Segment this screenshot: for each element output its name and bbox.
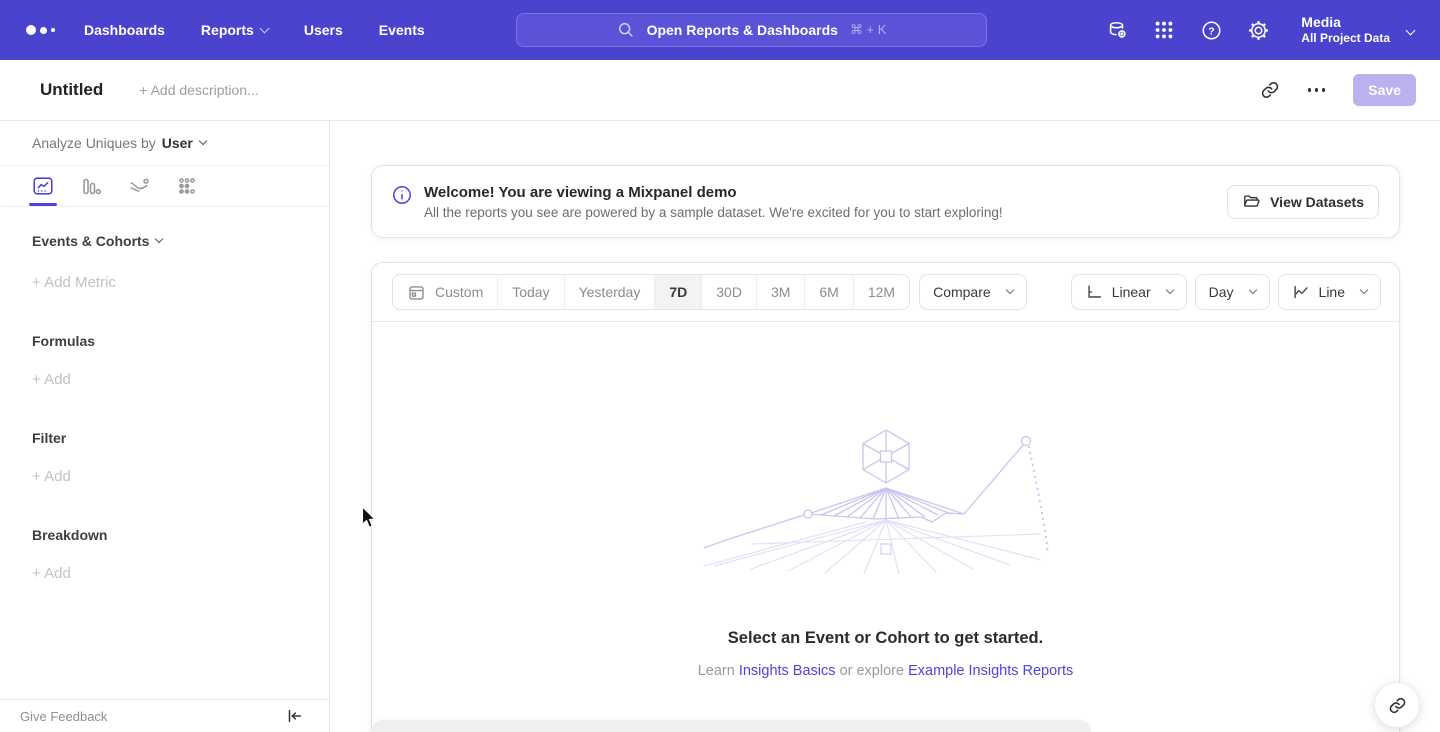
- link-icon: [1260, 80, 1280, 100]
- date-range-today[interactable]: Today: [497, 275, 563, 309]
- add-breakdown-button[interactable]: + Add: [32, 565, 297, 582]
- search-shortcut: ⌘ + K: [850, 22, 887, 38]
- settings-button[interactable]: [1246, 18, 1270, 42]
- chevron-down-icon: [1360, 286, 1368, 294]
- metric-tab-icon: [175, 174, 199, 198]
- report-header: Untitled + Add description... Save: [0, 60, 1440, 121]
- analyze-value: User: [162, 135, 193, 151]
- project-selector[interactable]: Media All Project Data: [1301, 14, 1414, 47]
- save-button[interactable]: Save: [1353, 74, 1416, 106]
- chevron-down-icon: [1165, 286, 1173, 294]
- analyze-uniques-selector[interactable]: Analyze Uniques by User: [0, 121, 329, 166]
- example-insights-reports-link[interactable]: Example Insights Reports: [908, 663, 1073, 679]
- chevron-down-icon: [155, 235, 163, 243]
- tab-flow-chart[interactable]: [126, 166, 152, 206]
- more-options-button[interactable]: [1304, 84, 1330, 96]
- section-formulas: Formulas: [32, 333, 297, 349]
- insights-chart-card: Custom Today Yesterday 7D 30D 3M 6M 12M …: [371, 262, 1400, 732]
- chart-type-dropdown[interactable]: Line: [1278, 274, 1381, 310]
- global-search-input[interactable]: Open Reports & Dashboards ⌘ + K: [516, 13, 987, 47]
- bar-chart-tab-icon: [79, 174, 103, 198]
- project-name: Media: [1301, 14, 1390, 32]
- date-range-7d-selected[interactable]: 7D: [654, 275, 701, 309]
- section-breakdown: Breakdown: [32, 527, 297, 543]
- flow-tab-icon: [127, 174, 151, 198]
- tab-metric[interactable]: [174, 166, 200, 206]
- link-icon: [1388, 696, 1407, 715]
- add-metric-button[interactable]: + Add Metric: [32, 274, 297, 291]
- chevron-down-icon: [1005, 286, 1013, 294]
- date-range-3m[interactable]: 3M: [756, 275, 804, 309]
- tab-bar-chart[interactable]: [78, 166, 104, 206]
- empty-state-heading: Select an Event or Cohort to get started…: [372, 629, 1399, 648]
- add-description-field[interactable]: + Add description...: [139, 82, 258, 98]
- tab-line-chart[interactable]: [30, 166, 56, 206]
- date-range-6m[interactable]: 6M: [804, 275, 852, 309]
- share-link-floating-button[interactable]: [1374, 682, 1420, 728]
- help-icon: ?: [1200, 19, 1223, 42]
- banner-subtitle: All the reports you see are powered by a…: [424, 205, 1003, 220]
- insights-basics-link[interactable]: Insights Basics: [739, 663, 836, 679]
- empty-state-links: Learn Insights Basics or explore Example…: [372, 663, 1399, 679]
- date-range-12m[interactable]: 12M: [853, 275, 909, 309]
- svg-text:?: ?: [1208, 25, 1214, 37]
- interval-dropdown[interactable]: Day: [1195, 274, 1270, 310]
- banner-title: Welcome! You are viewing a Mixpanel demo: [424, 184, 1003, 201]
- chevron-down-icon: [259, 23, 269, 33]
- date-range-30d[interactable]: 30D: [701, 275, 756, 309]
- next-section-card-edge[interactable]: [371, 720, 1091, 732]
- nav-dashboards[interactable]: Dashboards: [84, 22, 165, 38]
- date-range-picker: Custom Today Yesterday 7D 30D 3M 6M 12M: [392, 274, 910, 310]
- apps-grid-icon: [1153, 19, 1175, 41]
- chevron-down-icon: [1406, 25, 1416, 35]
- chevron-down-icon: [199, 137, 207, 145]
- report-canvas: Welcome! You are viewing a Mixpanel demo…: [331, 121, 1440, 732]
- search-placeholder: Open Reports & Dashboards: [647, 22, 838, 38]
- collapse-sidebar-button[interactable]: [285, 707, 303, 725]
- primary-nav: Dashboards Reports Users Events: [84, 22, 425, 38]
- give-feedback-link[interactable]: Give Feedback: [20, 709, 107, 724]
- mixpanel-logo[interactable]: [26, 25, 66, 35]
- copy-link-button[interactable]: [1260, 80, 1280, 100]
- date-range-yesterday[interactable]: Yesterday: [564, 275, 655, 309]
- add-filter-button[interactable]: + Add: [32, 468, 297, 485]
- welcome-banner: Welcome! You are viewing a Mixpanel demo…: [371, 165, 1400, 238]
- scale-dropdown[interactable]: Linear: [1071, 274, 1187, 310]
- apps-grid-button[interactable]: [1152, 18, 1176, 42]
- collapse-sidebar-icon: [285, 707, 303, 725]
- linear-scale-icon: [1085, 283, 1103, 301]
- chart-controls-row: Custom Today Yesterday 7D 30D 3M 6M 12M …: [372, 263, 1399, 322]
- nav-users[interactable]: Users: [304, 22, 343, 38]
- info-icon: [392, 185, 412, 205]
- section-filter: Filter: [32, 430, 297, 446]
- section-events-cohorts[interactable]: Events & Cohorts: [32, 233, 297, 249]
- empty-state: Select an Event or Cohort to get started…: [372, 322, 1399, 679]
- view-datasets-button[interactable]: View Datasets: [1227, 185, 1379, 219]
- search-icon: [617, 21, 635, 39]
- top-navigation-bar: Dashboards Reports Users Events Open Rep…: [0, 0, 1440, 60]
- nav-right-cluster: ? Media All Project Data: [1105, 14, 1414, 47]
- nav-events[interactable]: Events: [379, 22, 425, 38]
- chart-type-tabs: [0, 166, 329, 207]
- empty-state-illustration: [696, 426, 1076, 578]
- report-title[interactable]: Untitled: [40, 80, 103, 100]
- add-formula-button[interactable]: + Add: [32, 371, 297, 388]
- line-type-icon: [1292, 283, 1310, 301]
- chevron-down-icon: [1248, 286, 1256, 294]
- help-button[interactable]: ?: [1199, 18, 1223, 42]
- line-chart-tab-icon: [31, 174, 55, 198]
- calendar-icon: [407, 283, 426, 302]
- data-management-button[interactable]: [1105, 18, 1129, 42]
- nav-reports[interactable]: Reports: [201, 22, 268, 38]
- gear-icon: [1247, 19, 1270, 42]
- compare-dropdown[interactable]: Compare: [919, 274, 1027, 310]
- database-icon: [1106, 19, 1129, 42]
- folder-icon: [1242, 192, 1261, 211]
- project-subtitle: All Project Data: [1301, 31, 1390, 46]
- query-builder-sidebar: Analyze Uniques by User: [0, 121, 330, 732]
- date-range-custom[interactable]: Custom: [393, 275, 497, 309]
